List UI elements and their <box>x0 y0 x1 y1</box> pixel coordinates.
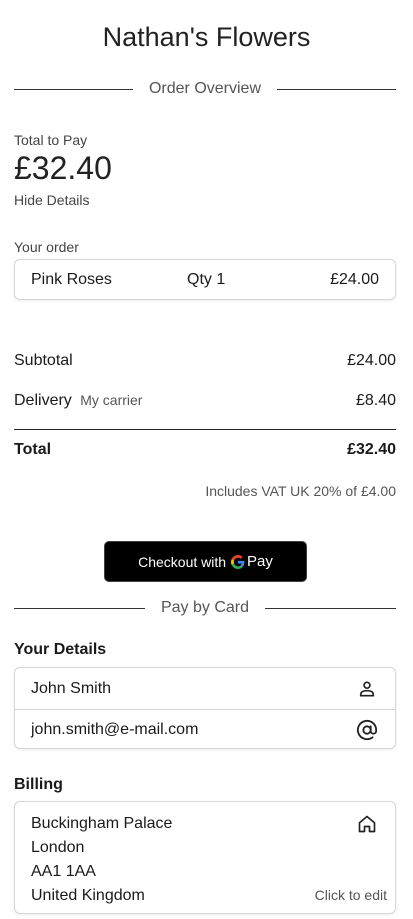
subtotal-row: Subtotal £24.00 <box>14 352 396 370</box>
summary-divider <box>14 429 396 430</box>
vat-note: Includes VAT UK 20% of £4.00 <box>205 483 396 499</box>
divider-line-right <box>265 607 397 609</box>
order-item-card: Pink Roses Qty 1 £24.00 <box>14 259 396 300</box>
gpay-pay-word: Pay <box>247 553 273 570</box>
billing-line: London <box>31 839 85 856</box>
email-value: john.smith@e-mail.com <box>31 721 199 738</box>
billing-heading: Billing <box>14 776 63 793</box>
click-to-edit-hint: Click to edit <box>314 887 387 903</box>
order-overview-heading: Order Overview <box>148 80 262 97</box>
delivery-carrier: My carrier <box>80 392 143 408</box>
subtotal-label: Subtotal <box>14 352 73 369</box>
delivery-row: Delivery My carrier £8.40 <box>14 392 396 410</box>
billing-line: AA1 1AA <box>31 863 96 880</box>
gpay-prefix-label: Checkout with <box>138 553 227 570</box>
name-field[interactable]: John Smith <box>15 668 395 709</box>
total-label: Total <box>14 441 52 458</box>
at-sign-icon <box>355 719 379 741</box>
your-details-card: John Smith john.smith@e-mail.com <box>14 667 396 749</box>
shop-title: Nathan's Flowers <box>102 22 311 52</box>
total-row: Total £32.40 <box>14 441 396 459</box>
divider-line-left <box>14 88 133 90</box>
home-icon <box>357 814 377 839</box>
order-item-qty: Qty 1 <box>187 270 226 288</box>
email-field[interactable]: john.smith@e-mail.com <box>15 709 395 750</box>
delivery-value: £8.40 <box>355 392 396 409</box>
order-item-name: Pink Roses <box>31 270 112 288</box>
order-overview-divider: Order Overview <box>14 80 396 98</box>
divider-line-right <box>277 88 396 90</box>
your-details-heading: Your Details <box>14 641 107 658</box>
billing-address-card[interactable]: Buckingham Palace London AA1 1AA United … <box>14 801 396 914</box>
total-value: £32.40 <box>347 441 396 458</box>
name-value: John Smith <box>31 679 112 697</box>
order-item-price: £24.00 <box>330 270 379 288</box>
billing-line: Buckingham Palace <box>31 815 173 832</box>
person-icon <box>355 679 379 699</box>
billing-line: United Kingdom <box>31 887 145 904</box>
your-order-label: Your order <box>14 239 79 255</box>
total-to-pay-amount: £32.40 <box>14 150 112 186</box>
pay-by-card-heading: Pay by Card <box>160 599 250 616</box>
subtotal-value: £24.00 <box>347 352 396 369</box>
total-to-pay-label: Total to Pay <box>14 132 88 148</box>
pay-by-card-divider: Pay by Card <box>14 599 397 617</box>
divider-line-left <box>14 607 145 609</box>
google-pay-checkout-button[interactable]: Checkout with Pay <box>104 541 307 582</box>
google-g-icon <box>231 554 245 569</box>
hide-details-toggle[interactable]: Hide Details <box>14 192 89 208</box>
delivery-label: Delivery <box>14 392 72 409</box>
billing-address: Buckingham Palace London AA1 1AA United … <box>31 812 172 908</box>
